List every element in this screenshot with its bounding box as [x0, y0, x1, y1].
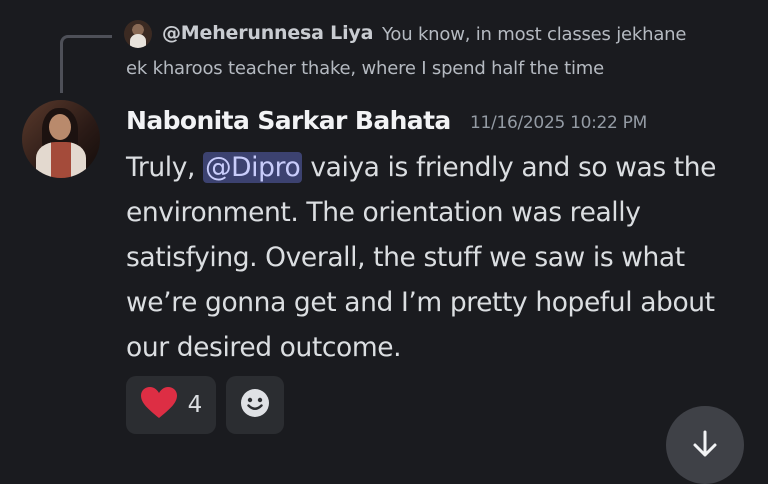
author-name[interactable]: Nabonita Sarkar Bahata	[126, 106, 451, 135]
reaction-count: 4	[187, 392, 203, 418]
timestamp: 11/16/2025 10:22 PM	[470, 113, 648, 133]
reply-author[interactable]: @Meherunnesa Liya	[162, 22, 373, 44]
heart-icon	[140, 386, 178, 424]
message-line: Truly, @Dipro vaiya is friendly and so w…	[126, 152, 717, 183]
message-content: Truly, @Dipro vaiya is friendly and so w…	[126, 145, 746, 370]
smiley-icon	[239, 387, 271, 423]
scroll-to-bottom-button[interactable]	[666, 406, 744, 484]
reply-preview-text[interactable]: You know, in most classes jekhane	[382, 24, 686, 45]
message-line: our desired outcome.	[126, 332, 402, 363]
arrow-down-icon	[689, 428, 721, 464]
message-line: we’re gonna get and I’m pretty hopeful a…	[126, 287, 715, 318]
heart-reaction-button[interactable]: 4	[126, 376, 216, 434]
add-reaction-button[interactable]	[226, 376, 284, 434]
message-line: environment. The orientation was really	[126, 197, 641, 228]
user-mention[interactable]: @Dipro	[203, 152, 303, 183]
avatar[interactable]	[22, 100, 100, 178]
reply-avatar[interactable]	[124, 20, 152, 48]
reply-spine	[60, 35, 112, 93]
reply-preview-text-continued[interactable]: ek kharoos teacher thake, where I spend …	[126, 58, 604, 79]
message-line: satisfying. Overall, the stuff we saw is…	[126, 242, 685, 273]
